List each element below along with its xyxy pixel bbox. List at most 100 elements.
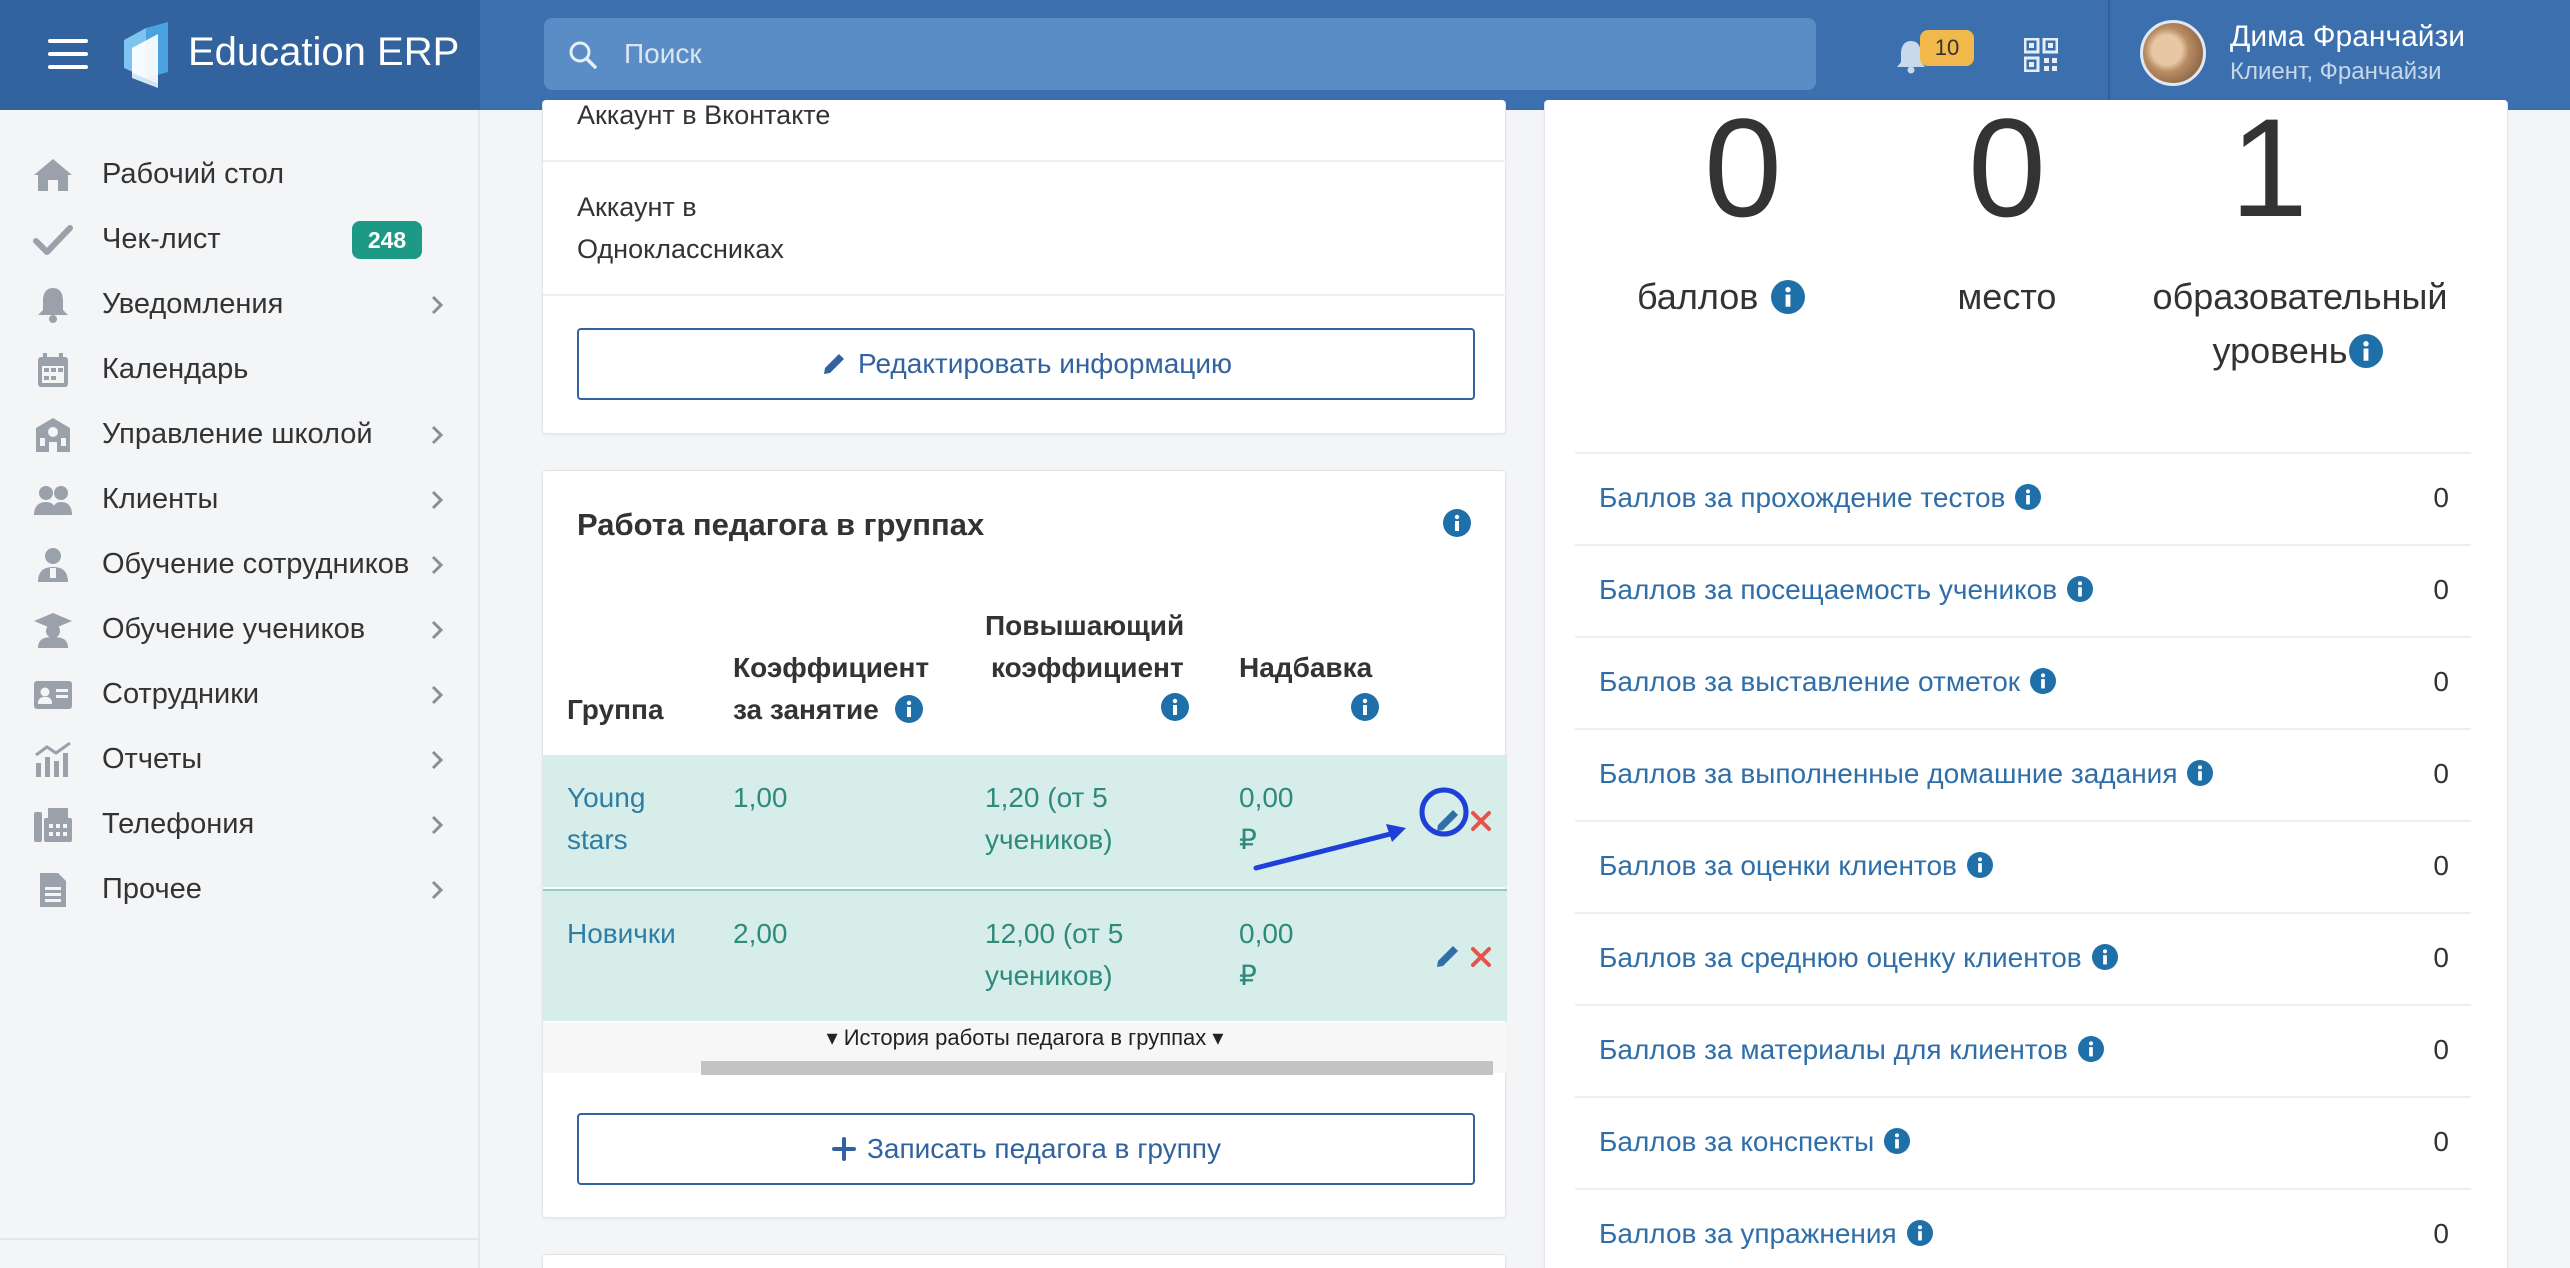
chevron-right-icon — [431, 425, 444, 445]
score-label[interactable]: Баллов за выполненные домашние задания — [1599, 758, 2214, 790]
user-role: Клиент, Франчайзи — [2230, 58, 2442, 85]
sidebar-item-employees[interactable]: Сотрудники — [0, 664, 478, 724]
place-label: место — [1957, 276, 2057, 317]
info-icon[interactable] — [2349, 334, 2383, 368]
boost-value-line2: учеников) — [985, 960, 1113, 991]
brand-name: Education ERP — [188, 30, 460, 74]
card-title: Работа педагога в группах — [577, 507, 985, 542]
edit-pencil-icon[interactable] — [1433, 805, 1463, 835]
table-row: Новички 2,00 12,00 (от 5 учеников) 0,00 … — [543, 889, 1507, 1021]
check-icon — [33, 225, 73, 255]
info-icon[interactable] — [1161, 693, 1189, 721]
col-header-bonus: Надбавка — [1239, 652, 1373, 683]
score-label[interactable]: Баллов за оценки клиентов — [1599, 850, 1993, 882]
sidebar-item-calendar[interactable]: Календарь — [0, 339, 478, 399]
bonus-value: 0,00 — [1239, 918, 1294, 949]
delete-x-icon[interactable] — [1469, 945, 1493, 969]
points-value: 0 — [1704, 89, 1782, 246]
info-icon[interactable] — [1906, 1220, 1933, 1246]
place-value: 0 — [1968, 89, 2046, 246]
sidebar-item-label: Сотрудники — [102, 678, 260, 710]
id-card-icon — [34, 681, 72, 709]
horizontal-scrollbar[interactable] — [701, 1061, 1493, 1075]
score-label[interactable]: Баллов за прохождение тестов — [1599, 482, 2042, 514]
enroll-teacher-button[interactable]: Записать педагога в группу — [577, 1113, 1475, 1185]
group-link[interactable]: Новички — [567, 913, 676, 955]
avatar — [2140, 20, 2206, 86]
info-icon[interactable] — [2067, 576, 2094, 602]
score-value: 0 — [2433, 666, 2449, 697]
sidebar-item-desktop[interactable]: Рабочий стол — [0, 144, 478, 204]
info-icon[interactable] — [1884, 1128, 1911, 1154]
level-label-line2: уровень — [2212, 330, 2348, 371]
sidebar-item-notifications[interactable]: Уведомления — [0, 274, 478, 334]
sidebar-item-other[interactable]: Прочее — [0, 859, 478, 919]
sidebar-divider — [0, 1238, 478, 1240]
sidebar-item-checklist[interactable]: Чек-лист 248 — [0, 209, 478, 269]
ok-account-label-line2: Одноклассниках — [577, 234, 784, 264]
pencil-icon — [824, 354, 844, 374]
score-label[interactable]: Баллов за конспекты — [1599, 1126, 1911, 1158]
search-icon — [569, 41, 597, 69]
row-divider — [543, 294, 1507, 296]
search-input[interactable] — [624, 18, 1784, 90]
score-label[interactable]: Баллов за среднюю оценку клиентов — [1599, 942, 2118, 974]
user-menu[interactable]: Дима Франчайзи Клиент, Франчайзи — [2140, 0, 2570, 110]
info-icon[interactable] — [2187, 760, 2214, 786]
sidebar-item-student-training[interactable]: Обучение учеников — [0, 599, 478, 659]
brand-area: Education ERP — [0, 0, 480, 110]
info-icon[interactable] — [1771, 280, 1805, 314]
group-link-line2[interactable]: stars — [567, 819, 628, 861]
sidebar-item-label: Календарь — [102, 353, 249, 385]
info-icon[interactable] — [895, 695, 923, 723]
employee-training-icon — [38, 548, 68, 582]
sidebar-item-school-management[interactable]: Управление школой — [0, 404, 478, 464]
score-value: 0 — [2433, 942, 2449, 973]
school-icon — [36, 418, 70, 452]
sidebar-item-label: Обучение учеников — [102, 613, 366, 645]
score-label[interactable]: Баллов за выставление отметок — [1599, 666, 2057, 698]
teacher-groups-card: Работа педагога в группах Группа Коэффиц… — [542, 470, 1507, 1218]
edit-info-button[interactable]: Редактировать информацию — [577, 328, 1475, 400]
top-bar: Education ERP 10 Дима Франчайзи Клиент, … — [0, 0, 2570, 110]
score-value: 0 — [2433, 574, 2449, 605]
sidebar-item-clients[interactable]: Клиенты — [0, 469, 478, 529]
coef-value: 1,00 — [733, 782, 788, 813]
col-header-boost-line2: коэффициент — [991, 652, 1184, 683]
info-icon[interactable] — [2015, 484, 2042, 510]
notifications-count-badge: 10 — [1920, 30, 1974, 66]
score-value: 0 — [2433, 482, 2449, 513]
group-link[interactable]: Young — [567, 777, 645, 819]
info-icon[interactable] — [2077, 1036, 2104, 1062]
info-icon[interactable] — [2091, 944, 2118, 970]
info-icon[interactable] — [1443, 509, 1471, 537]
score-label[interactable]: Баллов за материалы для клиентов — [1599, 1034, 2104, 1066]
sidebar-item-label: Прочее — [102, 873, 202, 905]
vk-account-label: Аккаунт в Вконтакте — [577, 100, 831, 130]
sidebar: Рабочий стол Чек-лист 248 Уведомления Ка… — [0, 110, 480, 1268]
score-label[interactable]: Баллов за посещаемость учеников — [1599, 574, 2094, 606]
graduation-cap-icon — [34, 613, 72, 648]
info-icon[interactable] — [2030, 668, 2057, 694]
score-row: Баллов за выполненные домашние задания 0 — [1575, 728, 2471, 820]
sidebar-item-label: Клиенты — [102, 483, 219, 515]
sidebar-item-label: Уведомления — [102, 288, 284, 320]
info-icon[interactable] — [1966, 852, 1993, 878]
menu-toggle-icon[interactable] — [48, 39, 88, 69]
qr-code-icon[interactable] — [2024, 38, 2058, 72]
score-label[interactable]: Баллов за упражнения — [1599, 1218, 1933, 1250]
sidebar-item-employee-training[interactable]: Обучение сотрудников — [0, 534, 478, 594]
chevron-right-icon — [431, 685, 444, 705]
score-row: Баллов за материалы для клиентов 0 — [1575, 1004, 2471, 1096]
rating-card: 0 0 1 баллов место образовательный урове… — [1544, 89, 2508, 1268]
logo-icon — [124, 22, 168, 88]
sidebar-item-reports[interactable]: Отчеты — [0, 729, 478, 789]
chevron-right-icon — [431, 555, 444, 575]
score-row: Баллов за конспекты 0 — [1575, 1096, 2471, 1188]
delete-x-icon[interactable] — [1469, 809, 1493, 833]
info-icon[interactable] — [1351, 693, 1379, 721]
sidebar-item-label: Рабочий стол — [102, 158, 285, 190]
chevron-right-icon — [431, 490, 444, 510]
sidebar-item-telephony[interactable]: Телефония — [0, 794, 478, 854]
edit-pencil-icon[interactable] — [1433, 941, 1463, 971]
